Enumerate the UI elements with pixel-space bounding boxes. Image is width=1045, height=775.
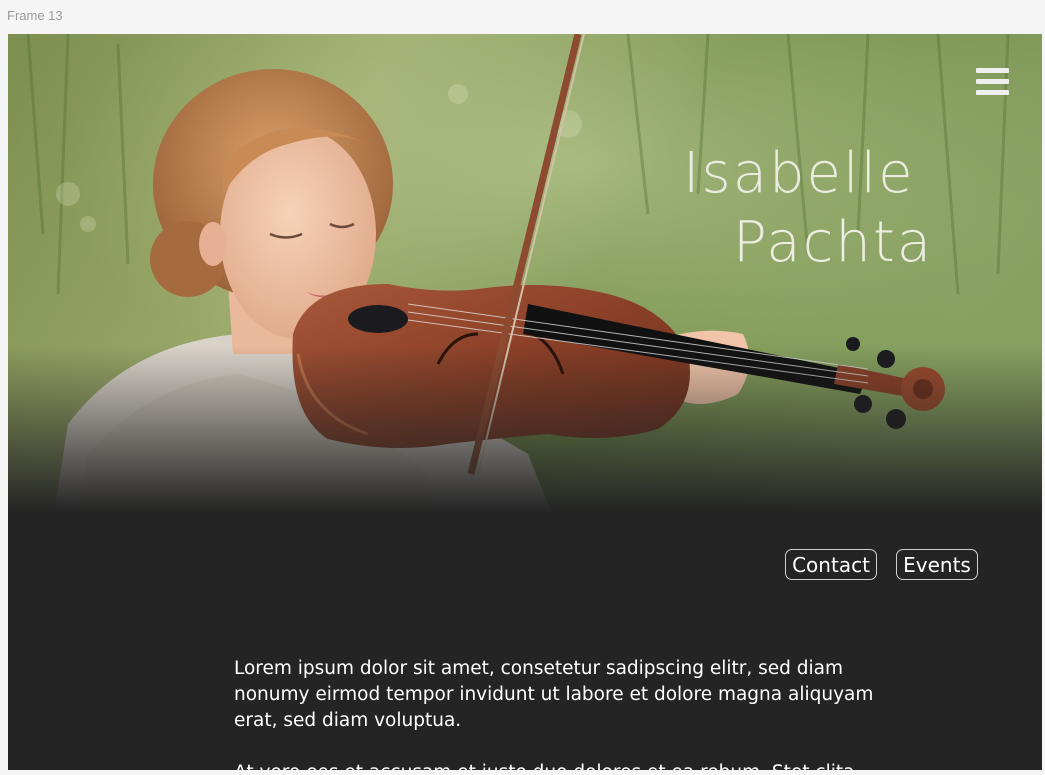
artist-last-name: Pachta — [733, 210, 934, 275]
hero-image — [8, 34, 1042, 554]
bio-paragraph: At vero eos et accusam et justo duo dolo… — [234, 760, 894, 770]
events-button[interactable]: Events — [896, 549, 978, 580]
artist-first-name: Isabelle — [683, 141, 915, 206]
page-frame: Isabelle Pachta Contact Events Lorem ips… — [8, 34, 1042, 770]
contact-button[interactable]: Contact — [785, 549, 877, 580]
frame-label: Frame 13 — [7, 8, 63, 23]
violinist-photo — [8, 34, 1042, 554]
bio-text: Lorem ipsum dolor sit amet, consetetur s… — [234, 656, 894, 770]
bio-paragraph: Lorem ipsum dolor sit amet, consetetur s… — [234, 658, 874, 731]
hamburger-menu-icon[interactable] — [976, 68, 1009, 96]
